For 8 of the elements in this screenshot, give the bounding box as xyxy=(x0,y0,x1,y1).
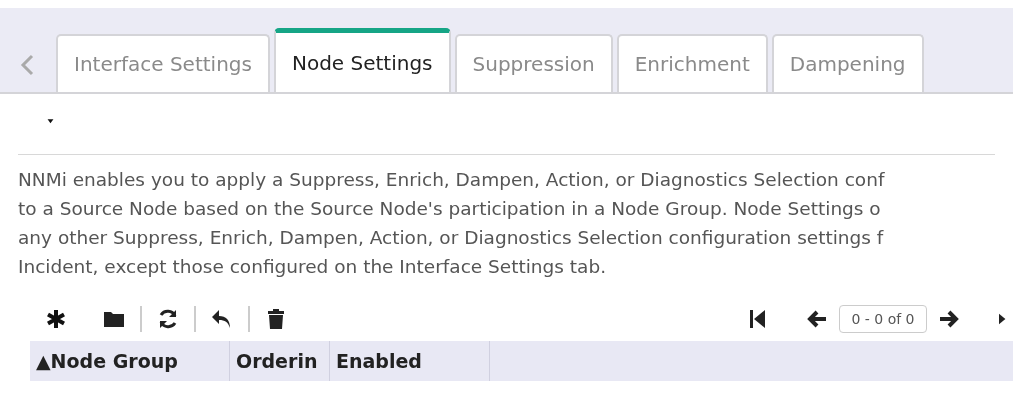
description-text: NNMi enables you to apply a Suppress, Enrich, Dampen, Action, or Diagnostics Selection conf to a Source Node based on the Source Node's participation in a Node Group. Node Settings o any other Suppress, Enrich, Dampen, Action, or Diagnostics Selection configuration settings f Incident, except those configured on the Interface Settings tab. xyxy=(17,168,886,279)
column-header[interactable]: ▲Node Group xyxy=(30,341,230,381)
tab[interactable]: Suppression xyxy=(454,34,613,92)
column-header[interactable]: Orderin xyxy=(230,341,330,381)
tab[interactable]: Node Settings xyxy=(273,28,451,92)
column-header[interactable]: Enabled xyxy=(330,341,490,381)
page-range-field[interactable]: 0 - 0 of 0 xyxy=(839,305,927,333)
asterisk-icon[interactable] xyxy=(44,307,68,331)
